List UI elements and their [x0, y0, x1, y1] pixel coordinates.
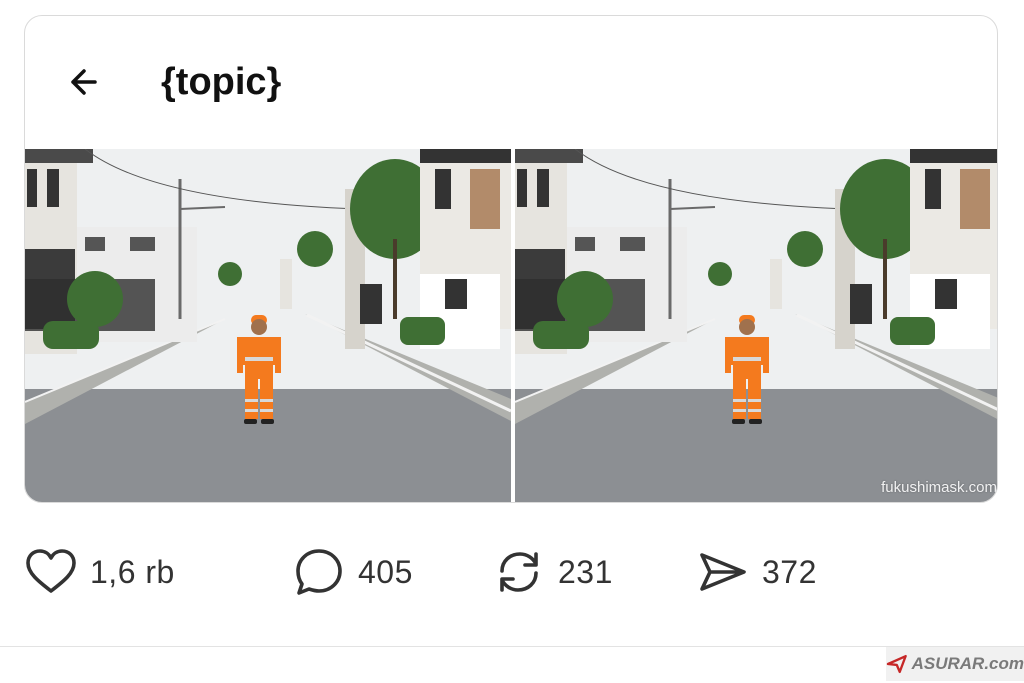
like-button[interactable]: 1,6 rb [22, 540, 175, 604]
send-icon [700, 553, 746, 591]
page-title: {topic} [161, 61, 282, 103]
image-watermark: fukushimask.com [881, 479, 997, 496]
repost-button[interactable]: 231 [490, 540, 613, 604]
post-card: {topic} fukushimask.com [24, 15, 998, 503]
post-actions: 1,6 rb 405 231 372 [0, 540, 1024, 604]
repost-count: 231 [558, 553, 613, 590]
logo-arrow-icon [886, 654, 907, 674]
photo-left [25, 149, 511, 502]
share-button[interactable]: 372 [694, 540, 817, 604]
share-count: 372 [762, 553, 817, 590]
arrow-left-icon[interactable] [65, 60, 109, 104]
like-count: 1,6 rb [90, 553, 175, 590]
post-header: {topic} [25, 16, 997, 148]
repost-icon [500, 552, 538, 592]
photo-right: fukushimask.com [515, 149, 997, 502]
logo-text: ASURAR.com [911, 654, 1024, 673]
comment-bubble-icon [296, 549, 342, 595]
comment-count: 405 [358, 553, 413, 590]
post-image[interactable]: fukushimask.com [25, 149, 997, 502]
divider-line [0, 646, 1024, 647]
comment-button[interactable]: 405 [290, 540, 413, 604]
heart-icon [26, 549, 76, 593]
site-logo: ASURAR.com [886, 647, 1024, 681]
